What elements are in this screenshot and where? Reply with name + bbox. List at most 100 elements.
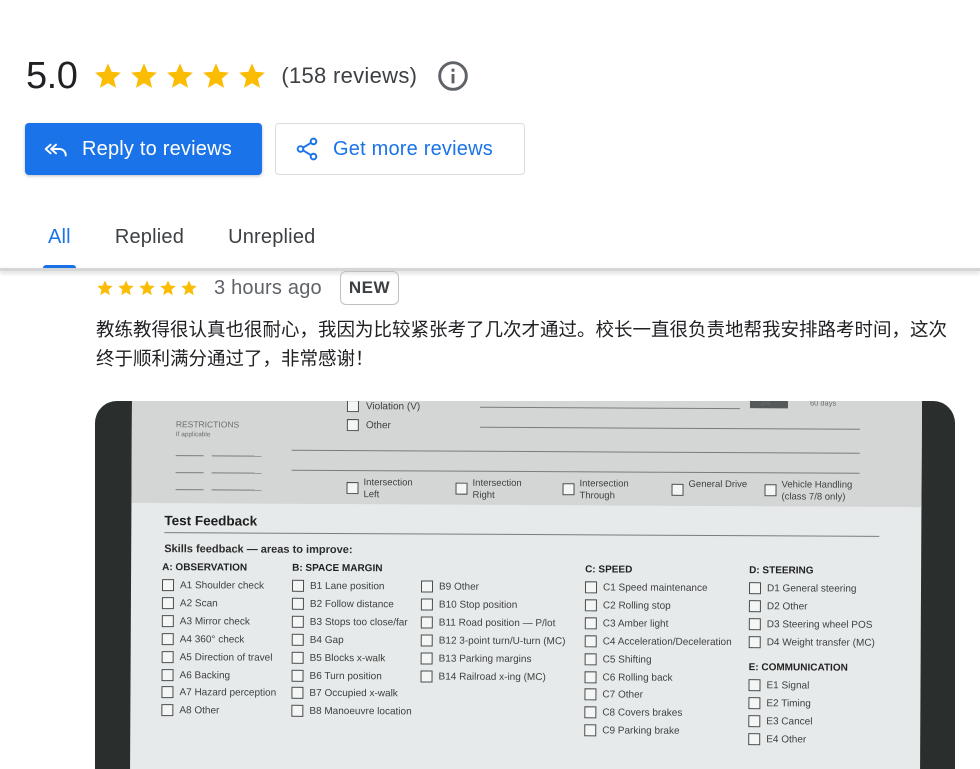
skill-item-label: B3 Stops too close/far [309, 616, 408, 629]
form-checkbox [161, 596, 174, 610]
form-checkbox [420, 669, 433, 683]
skill-item-label: B5 Blocks x-walk [309, 652, 386, 664]
star-icon [181, 280, 197, 296]
review-item: 3 hours ago NEW 教练教得很认真也很耐心，我因为比较紧张考了几次才… [96, 270, 966, 374]
skill-item-label: B6 Turn position [309, 670, 382, 682]
get-more-reviews-button[interactable]: Get more reviews [275, 123, 525, 175]
form-checkbox [346, 482, 359, 495]
skill-item-label: A1 Shoulder check [179, 580, 264, 592]
skill-item-label: D2 Other [766, 601, 808, 613]
share-icon [296, 137, 318, 161]
rating-summary: 5.0 (158 reviews) [26, 50, 469, 102]
skill-item-label: D1 General steering [766, 583, 857, 595]
form-option-label: Violation (V) [365, 401, 421, 413]
star-icon [167, 63, 194, 88]
star-icon [118, 280, 134, 296]
skill-item-label: A7 Hazard perception [179, 687, 277, 700]
form-checkbox [671, 483, 684, 496]
form-checkbox [420, 616, 433, 629]
drive-option-label: Vehicle Handling (class 7/8 only) [781, 479, 853, 503]
section-title: Test Feedback [164, 513, 258, 529]
form-line [175, 489, 204, 491]
category-heading: A: OBSERVATION [162, 562, 248, 574]
form-checkbox [161, 614, 174, 627]
form-checkbox [584, 581, 598, 594]
skill-item-label: B4 Gap [309, 634, 344, 646]
skill-item-label: A2 Scan [179, 598, 218, 610]
skill-item-label: D4 Weight transfer (MC) [766, 636, 875, 649]
form-checkbox [291, 597, 304, 610]
form-checkbox [748, 679, 761, 692]
star-icon [97, 280, 113, 296]
drive-option-label: General Drive [688, 478, 748, 491]
skill-item-label: B10 Stop position [438, 599, 518, 611]
form-checkbox [346, 401, 359, 413]
form-checkbox [748, 697, 761, 710]
skill-item-label: E1 Signal [766, 680, 810, 692]
skill-item-label: E2 Timing [766, 698, 811, 710]
form-checkbox [584, 599, 597, 612]
form-checkbox [291, 633, 304, 646]
form-checkbox [161, 704, 174, 717]
skill-item-label: B2 Follow distance [309, 598, 394, 611]
average-rating: 5.0 [26, 54, 78, 97]
form-line [164, 532, 880, 537]
form-checkbox [584, 706, 597, 719]
new-badge: NEW [339, 271, 400, 305]
form-option-label: Other [365, 420, 391, 432]
skill-item-label: A3 Mirror check [179, 615, 250, 628]
skill-item-label: E3 Cancel [766, 716, 813, 728]
form-checkbox [748, 732, 761, 745]
form-checkbox [748, 617, 761, 631]
skill-item-label: B14 Railroad x-ing (MC) [438, 671, 546, 683]
skill-item-label: B1 Lane position [309, 580, 385, 593]
rating-stars [93, 61, 267, 91]
tab-replied[interactable]: Replied [93, 205, 206, 269]
form-checkbox [161, 686, 174, 699]
review-text: 教练教得很认真也很耐心，我因为比较紧张考了几次才通过。校长一直很负责地帮我安排路… [96, 320, 948, 370]
form-checkbox [584, 617, 597, 630]
skill-item-label: C5 Shifting [602, 653, 652, 666]
stamp-text: 60 days [809, 401, 837, 408]
review-count: (158 reviews) [281, 63, 418, 88]
skill-item-label: C9 Parking brake [602, 725, 680, 737]
form-checkbox [291, 651, 304, 664]
star-icon [239, 63, 266, 88]
tab-unreplied[interactable]: Unreplied [206, 205, 337, 269]
star-icon [139, 280, 155, 296]
stamp-left-text: 3/4 [759, 401, 771, 408]
drive-option-label: Intersection Through [579, 478, 629, 502]
drive-option-label: Intersection Left [363, 477, 413, 501]
star-icon [131, 63, 158, 88]
form-checkbox [291, 669, 304, 682]
form-checkbox [420, 598, 433, 611]
form-checkbox [161, 579, 175, 592]
skill-item-label: B8 Manoeuvre location [309, 706, 412, 718]
form-checkbox [161, 632, 174, 645]
skill-item-label: B11 Road position — P/lot [438, 617, 556, 629]
reply-button-label: Reply to reviews [82, 137, 232, 160]
review-stars [96, 279, 198, 297]
skill-item-label: E4 Other [766, 733, 807, 746]
skill-item-label: C6 Rolling back [602, 671, 673, 684]
skill-item-label: C1 Speed maintenance [602, 582, 708, 594]
skill-item-label: A5 Direction of travel [179, 651, 273, 664]
tab-all[interactable]: All [26, 205, 93, 269]
info-circle-icon[interactable] [437, 60, 469, 92]
form-checkbox [420, 652, 433, 665]
review-time: 3 hours ago [214, 276, 322, 299]
reply-to-reviews-button[interactable]: Reply to reviews [25, 123, 262, 175]
skill-item-label: C2 Rolling stop [602, 600, 671, 612]
restrictions-sub: If applicable [175, 431, 211, 439]
form-checkbox [584, 688, 597, 701]
review-actions: Reply to reviews Get more reviews [25, 123, 525, 175]
skill-item-label: C7 Other [602, 689, 644, 702]
form-checkbox [584, 634, 597, 648]
form-checkbox [748, 714, 761, 728]
form-checkbox [161, 668, 174, 681]
skill-item-label: A4 360° check [179, 633, 245, 646]
form-checkbox [584, 670, 597, 683]
form-checkbox [748, 600, 761, 613]
skill-item-label: B9 Other [438, 581, 480, 593]
review-photo[interactable]: Violation (V) Other 3/4 60 days RESTRICTIONS… [95, 401, 955, 769]
